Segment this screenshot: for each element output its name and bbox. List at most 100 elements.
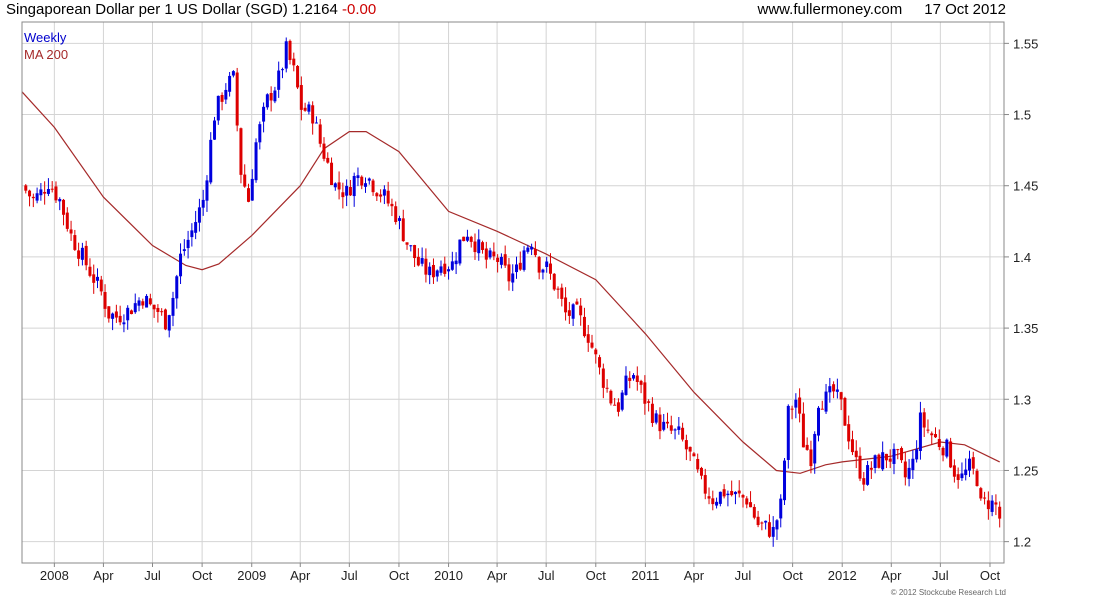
candle-body	[333, 183, 337, 188]
candle-body	[296, 65, 300, 88]
candle-body	[250, 178, 254, 201]
candle-body	[145, 295, 149, 308]
x-tick-label: Jul	[538, 568, 555, 583]
candle-body	[979, 488, 983, 499]
candle-body	[684, 440, 688, 450]
candle-body	[379, 194, 383, 197]
candle-body	[820, 408, 824, 410]
x-tick-label: 2010	[434, 568, 463, 583]
candle-body	[484, 248, 488, 260]
candle-body	[28, 190, 32, 197]
candle-body	[163, 309, 167, 330]
legend-ma200: MA 200	[24, 47, 68, 62]
candle-body	[579, 305, 583, 316]
candle-body	[967, 458, 971, 471]
candle-body	[303, 107, 307, 111]
candle-body	[934, 434, 938, 438]
candle-body	[650, 403, 654, 423]
candle-body	[518, 262, 522, 270]
candle-body	[801, 413, 805, 448]
candle-body	[228, 75, 232, 92]
candle-body	[541, 269, 545, 273]
candle-body	[609, 390, 613, 404]
candle-body	[964, 469, 968, 476]
candle-body	[488, 250, 492, 258]
candle-body	[77, 250, 81, 259]
y-axis: 1.2 1.25 1.3 1.35 1.4 1.45 1.5 1.55	[1004, 36, 1038, 550]
candle-body	[582, 316, 586, 337]
candle-body	[50, 188, 54, 190]
candle-body	[394, 206, 398, 223]
candle-body	[213, 120, 217, 140]
candle-body	[971, 457, 975, 469]
candle-body	[605, 387, 609, 389]
x-tick-label: 2011	[631, 568, 659, 583]
candle-body	[405, 242, 409, 245]
candle-body	[560, 287, 564, 299]
candle-body	[869, 467, 873, 470]
candle-body	[911, 458, 915, 471]
candle-body	[794, 399, 798, 408]
candle-body	[299, 85, 303, 110]
candle-body	[73, 235, 77, 250]
x-tick-label: Apr	[487, 568, 508, 583]
candle-body	[945, 439, 949, 457]
candle-body	[424, 258, 428, 275]
candle-body	[654, 413, 658, 423]
candle-body	[741, 495, 745, 498]
candle-body	[662, 421, 666, 430]
candle-body	[556, 288, 560, 290]
candle-body	[805, 444, 809, 450]
y-tick-label: 1.25	[1013, 463, 1038, 478]
candle-body	[190, 230, 194, 238]
candle-body	[201, 199, 205, 208]
candle-body	[832, 384, 836, 392]
candle-body	[160, 311, 164, 313]
candle-body	[718, 491, 722, 504]
candle-body	[443, 263, 447, 274]
candle-body	[669, 425, 673, 431]
candle-body	[620, 392, 624, 410]
y-tick-label: 1.4	[1013, 250, 1031, 265]
x-tick-label: Apr	[290, 568, 311, 583]
candle-body	[428, 266, 432, 276]
ma200-layer	[21, 91, 1000, 474]
y-tick-label: 1.2	[1013, 535, 1031, 550]
x-tick-label: Oct	[782, 568, 803, 583]
candle-body	[88, 266, 92, 276]
candle-body	[152, 304, 156, 310]
candle-body	[413, 245, 417, 259]
candle-body	[167, 315, 171, 331]
candle-body	[594, 349, 598, 355]
candle-body	[711, 498, 715, 505]
candle-body	[216, 95, 220, 121]
candle-body	[545, 261, 549, 268]
copyright-notice: © 2012 Stockcube Research Ltd	[890, 588, 1006, 597]
candle-body	[665, 421, 669, 424]
ma200-line	[21, 91, 1000, 474]
candle-body	[235, 72, 239, 126]
candle-body	[375, 193, 379, 197]
candle-body	[133, 303, 137, 313]
candle-body	[692, 453, 696, 457]
candle-body	[696, 458, 700, 470]
candle-body	[103, 292, 107, 309]
candle-body	[65, 212, 69, 229]
candle-body	[673, 429, 677, 431]
candle-body	[571, 304, 575, 319]
candle-body	[409, 245, 413, 247]
candle-body	[900, 448, 904, 461]
candle-body	[364, 183, 368, 187]
candle-body	[175, 276, 179, 299]
candle-body	[492, 251, 496, 257]
candle-body	[703, 475, 707, 494]
x-tick-label: Oct	[586, 568, 607, 583]
candle-body	[598, 357, 602, 368]
candle-body	[771, 526, 775, 537]
candle-body	[137, 300, 141, 306]
candle-body	[390, 203, 394, 207]
candle-body	[907, 467, 911, 479]
candle-body	[224, 89, 228, 100]
candle-body	[624, 375, 628, 395]
candle-body	[118, 315, 122, 323]
